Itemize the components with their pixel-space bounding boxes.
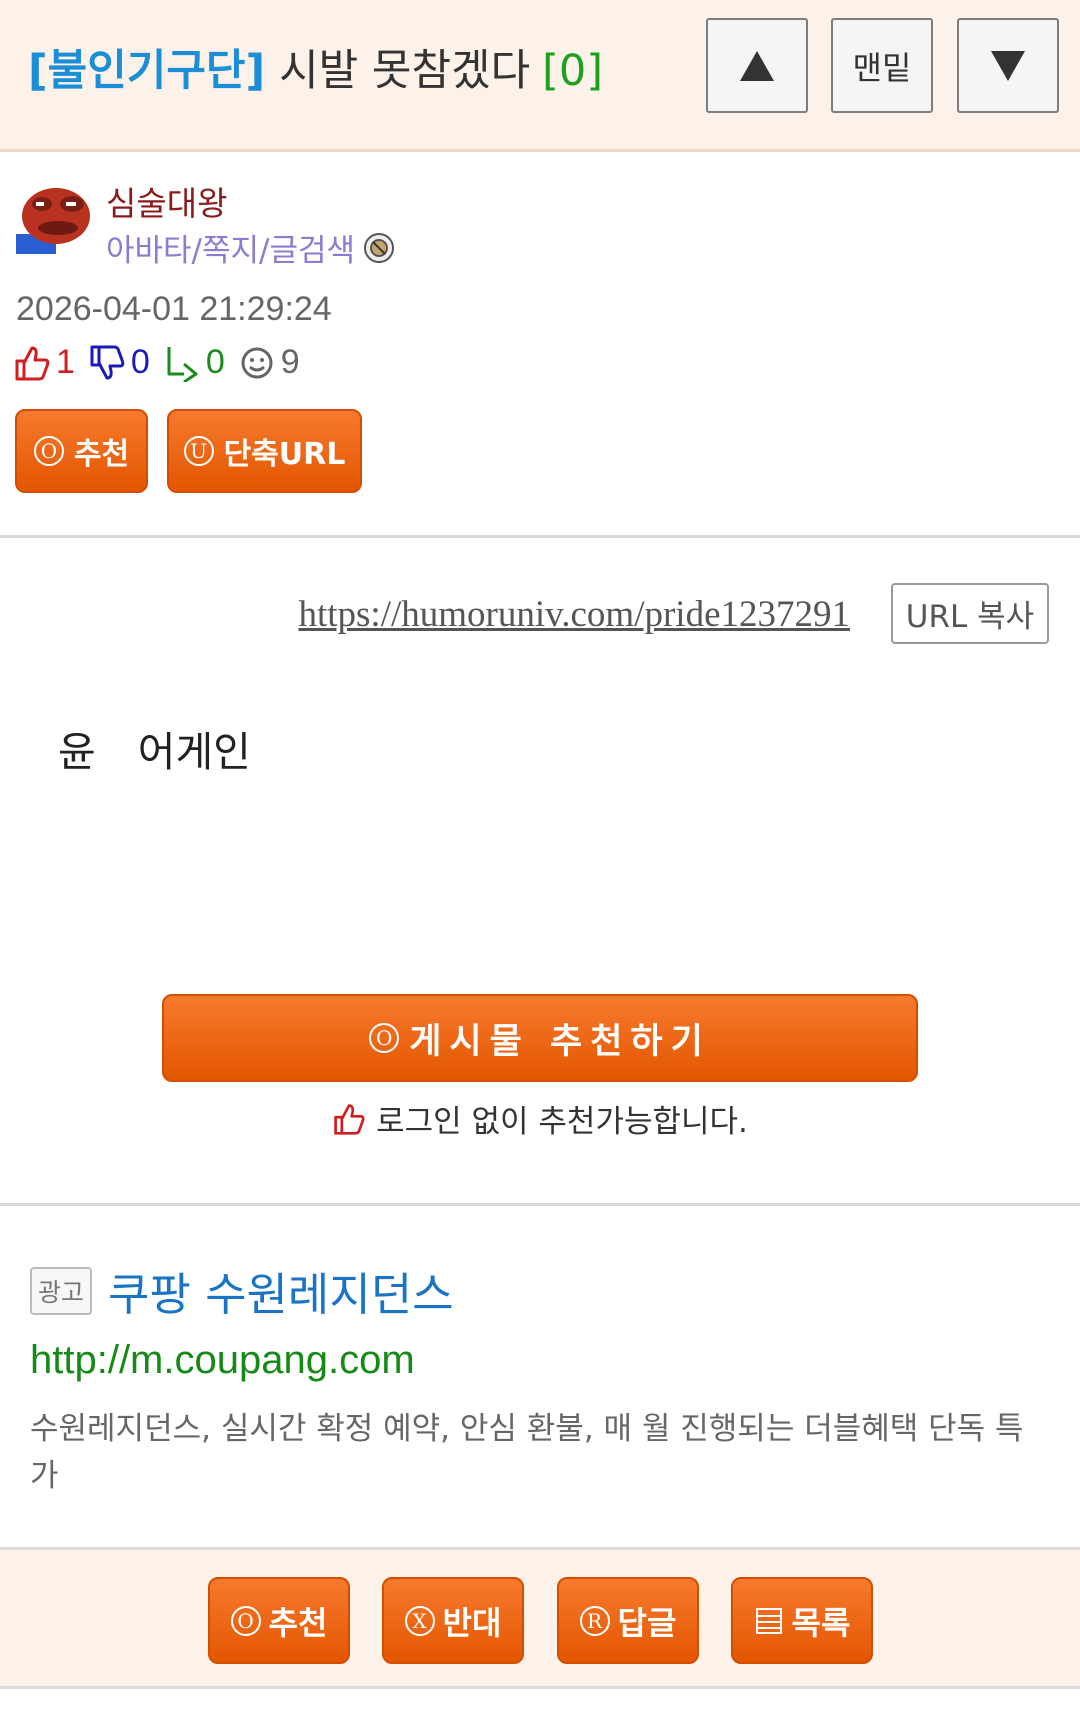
triangle-up-icon bbox=[740, 50, 774, 81]
view-count: 9 bbox=[280, 343, 300, 381]
recommend-note: 로그인 없이 추천가능합니다. bbox=[0, 1096, 1080, 1141]
scroll-bottom-button[interactable]: 맨밑 bbox=[831, 18, 933, 113]
comment-count[interactable]: [0] bbox=[542, 46, 603, 96]
url-row: https://humoruniv.com/pride1237291 URL 복… bbox=[0, 583, 1080, 649]
view-stat: 9 bbox=[239, 343, 300, 382]
footer-oppose-label: 반대 bbox=[442, 1603, 502, 1642]
author-links-text[interactable]: 아바타/쪽지/글검색 bbox=[106, 225, 355, 270]
ad-url[interactable]: http://m.coupang.com bbox=[30, 1338, 415, 1383]
post-body-word: 어게인 bbox=[137, 728, 251, 776]
footer-recommend-button[interactable]: O 추천 bbox=[208, 1577, 350, 1664]
reply-stat: 0 bbox=[164, 343, 225, 382]
post-url-link[interactable]: https://humoruniv.com/pride1237291 bbox=[298, 593, 850, 636]
circle-x-icon: X bbox=[404, 1605, 435, 1636]
short-url-button[interactable]: U 단축URL bbox=[167, 409, 362, 493]
ad-description[interactable]: 수원레지던스, 실시간 확정 예약, 안심 환불, 매 월 진행되는 더블혜택 … bbox=[30, 1406, 1050, 1500]
author-links: 아바타/쪽지/글검색 bbox=[106, 225, 395, 270]
url-copy-button[interactable]: URL 복사 bbox=[891, 583, 1049, 644]
post-subject: 시발 못참겠다 bbox=[279, 46, 531, 96]
footer-bar: O 추천 X 반대 R 답글 목록 bbox=[0, 1547, 1080, 1689]
ad-badge: 광고 bbox=[30, 1266, 93, 1315]
post-stats: 1 0 0 9 bbox=[14, 343, 314, 382]
circle-o-icon: O bbox=[230, 1605, 261, 1636]
footer-reply-label: 답글 bbox=[617, 1603, 677, 1642]
circle-r-icon: R bbox=[579, 1605, 610, 1636]
list-icon bbox=[755, 1607, 782, 1634]
ad-header: 광고 쿠팡 수원레지던스 bbox=[30, 1258, 454, 1323]
level-badge-icon bbox=[364, 232, 395, 263]
post-header: [불인기구단] 시발 못참겠다 [0] 맨밑 bbox=[0, 0, 1080, 152]
ad-title[interactable]: 쿠팡 수원레지던스 bbox=[108, 1258, 454, 1323]
downvote-count: 0 bbox=[130, 343, 150, 381]
upvote-stat: 1 bbox=[14, 343, 75, 382]
upvote-count: 1 bbox=[56, 343, 75, 381]
short-url-button-label: 단축URL bbox=[223, 437, 346, 472]
circle-o-icon: O bbox=[369, 1023, 400, 1053]
recommend-button[interactable]: O 추천 bbox=[15, 409, 148, 493]
footer-reply-button[interactable]: R 답글 bbox=[557, 1577, 699, 1664]
thumbs-down-icon bbox=[90, 345, 125, 379]
divider bbox=[0, 535, 1080, 538]
avatar[interactable] bbox=[16, 182, 92, 258]
recommend-note-text: 로그인 없이 추천가능합니다. bbox=[376, 1104, 748, 1140]
thumbs-up-icon bbox=[334, 1103, 365, 1135]
recommend-post-label: 게시물 추천하기 bbox=[409, 1021, 711, 1062]
post-title: [불인기구단] 시발 못참겠다 [0] bbox=[28, 36, 603, 98]
post-category[interactable]: [불인기구단] bbox=[28, 46, 265, 96]
reply-arrow-icon bbox=[167, 346, 198, 382]
smiley-icon bbox=[241, 347, 273, 378]
circle-o-icon: O bbox=[33, 436, 64, 466]
scroll-up-button[interactable] bbox=[706, 18, 808, 113]
author-name[interactable]: 심술대왕 bbox=[106, 177, 227, 225]
reply-count: 0 bbox=[205, 343, 225, 381]
scroll-down-button[interactable] bbox=[957, 18, 1059, 113]
triangle-down-icon bbox=[991, 50, 1025, 81]
footer-list-button[interactable]: 목록 bbox=[731, 1577, 873, 1664]
footer-list-label: 목록 bbox=[791, 1603, 851, 1642]
thumbs-up-icon bbox=[15, 346, 50, 380]
recommend-post-button[interactable]: O 게시물 추천하기 bbox=[162, 994, 918, 1082]
downvote-stat: 0 bbox=[89, 343, 150, 382]
post-body: 윤 어게인 bbox=[58, 718, 251, 778]
post-datetime: 2026-04-01 21:29:24 bbox=[16, 290, 332, 328]
divider bbox=[0, 1203, 1080, 1206]
post-body-word: 윤 bbox=[58, 728, 96, 776]
circle-u-icon: U bbox=[183, 436, 214, 466]
footer-recommend-label: 추천 bbox=[268, 1603, 328, 1642]
footer-oppose-button[interactable]: X 반대 bbox=[382, 1577, 524, 1664]
recommend-button-label: 추천 bbox=[73, 437, 130, 472]
